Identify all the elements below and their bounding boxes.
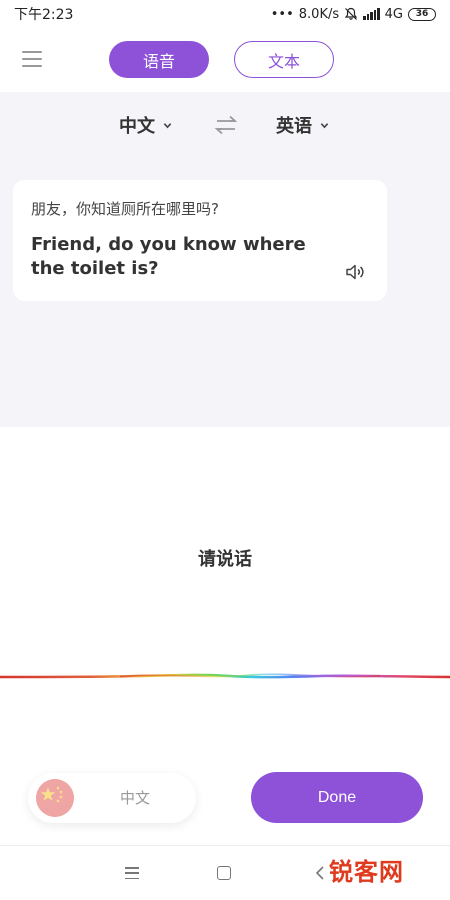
china-flag-icon bbox=[36, 779, 74, 817]
signal-icon bbox=[363, 8, 380, 20]
speak-prompt: 请说话 bbox=[198, 549, 252, 570]
translated-text: Friend, do you know where the toilet is? bbox=[31, 234, 306, 279]
nav-menu-icon[interactable] bbox=[125, 867, 139, 879]
battery-level: 36 bbox=[415, 8, 429, 19]
tab-voice-label: 语音 bbox=[142, 51, 175, 71]
status-dots: ••• bbox=[270, 6, 294, 22]
translation-card: 朋友，你知道厕所在哪里吗? Friend, do you know where … bbox=[13, 180, 387, 301]
input-language-pill[interactable]: 中文 bbox=[28, 773, 196, 823]
speaker-icon[interactable] bbox=[345, 263, 367, 281]
chevron-down-icon bbox=[163, 122, 172, 128]
status-time: 下午2:23 bbox=[14, 7, 74, 23]
voice-waveform bbox=[0, 673, 450, 679]
source-text: 朋友，你知道厕所在哪里吗? bbox=[31, 200, 219, 218]
status-bar: 下午2:23 ••• 8.0K/s 4G 36 bbox=[0, 0, 450, 28]
tab-text-label: 文本 bbox=[267, 51, 300, 71]
target-language-label: 英语 bbox=[276, 116, 312, 137]
source-language-dropdown[interactable]: 中文 bbox=[119, 110, 172, 140]
translation-area: 中文 英语 朋友，你知道厕所在哪里吗? Friend, do you know … bbox=[0, 92, 450, 427]
nav-back-icon[interactable] bbox=[314, 865, 326, 881]
bell-muted-icon bbox=[344, 7, 358, 20]
tab-voice[interactable]: 语音 bbox=[109, 41, 209, 78]
header: 语音 文本 bbox=[0, 38, 450, 84]
network-speed: 8.0K/s bbox=[298, 6, 340, 22]
input-language-label: 中文 bbox=[120, 789, 151, 807]
language-selector-row: 中文 英语 bbox=[0, 110, 450, 140]
chevron-down-icon bbox=[320, 122, 329, 128]
watermark-logo: 锐客网 bbox=[329, 858, 404, 886]
battery-icon: 36 bbox=[408, 7, 436, 21]
source-language-label: 中文 bbox=[119, 116, 155, 137]
hamburger-menu-icon[interactable] bbox=[22, 48, 42, 70]
nav-home-icon[interactable] bbox=[217, 866, 231, 880]
tab-text[interactable]: 文本 bbox=[234, 41, 334, 78]
network-type: 4G bbox=[384, 6, 403, 22]
done-button[interactable]: Done bbox=[251, 772, 423, 823]
target-language-dropdown[interactable]: 英语 bbox=[276, 110, 329, 140]
status-icons: ••• 8.0K/s 4G 36 bbox=[271, 7, 436, 22]
swap-languages-icon[interactable] bbox=[213, 114, 239, 136]
